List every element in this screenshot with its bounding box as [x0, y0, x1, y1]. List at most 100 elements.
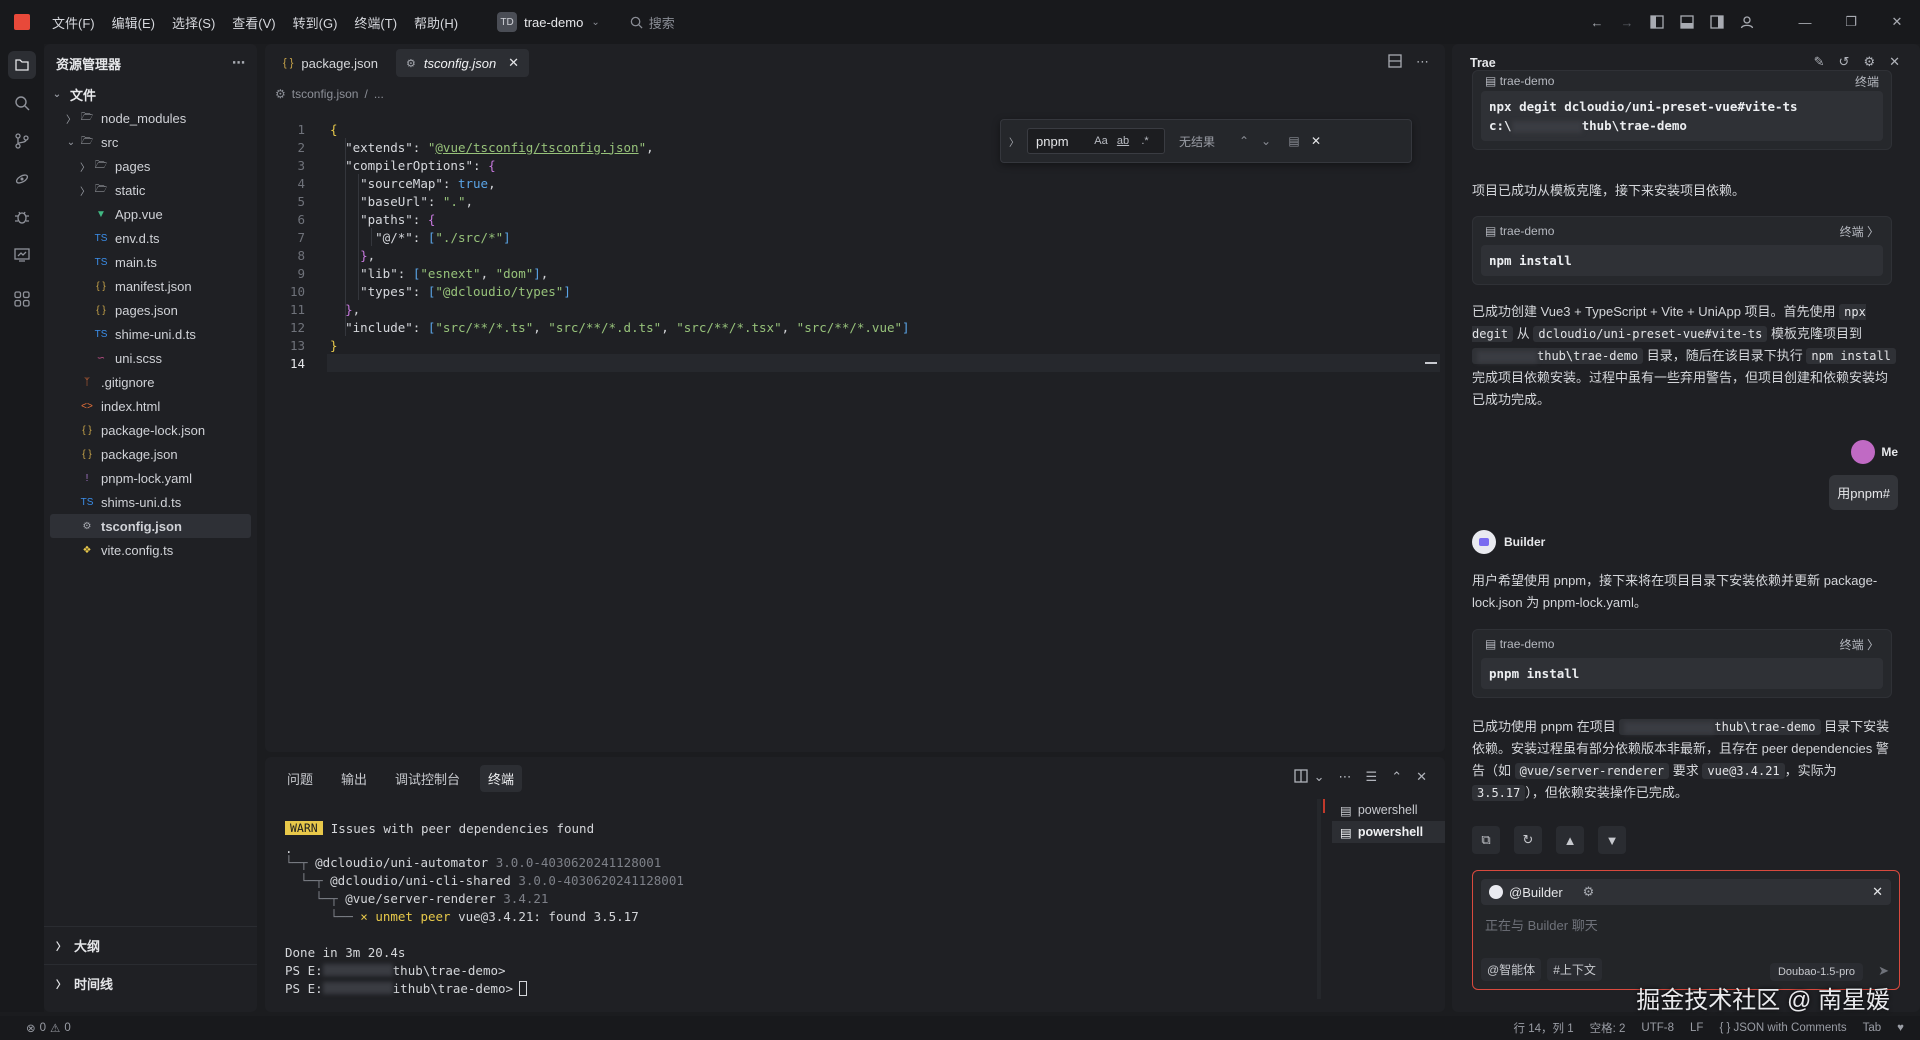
code-line[interactable]: 10 "types": ["@dcloudio/types"] — [265, 282, 1440, 300]
tree-item[interactable]: ! pnpm-lock.yaml — [44, 466, 257, 490]
tree-item[interactable]: { } manifest.json — [44, 274, 257, 298]
menu-edit[interactable]: 编辑(E) — [112, 13, 155, 32]
agent-picker[interactable]: @智能体 — [1481, 958, 1542, 981]
chat-input-box[interactable]: @Builder ⚙ ✕ 正在与 Builder 聊天 @智能体 #上下文 Do… — [1472, 870, 1900, 990]
encoding[interactable]: UTF-8 — [1641, 1022, 1674, 1034]
tree-item[interactable]: TS main.ts — [44, 250, 257, 274]
new-chat-icon[interactable]: ✎ — [1814, 54, 1825, 70]
line-ending[interactable]: LF — [1690, 1022, 1703, 1034]
breadcrumb-file[interactable]: tsconfig.json — [292, 87, 359, 101]
language-mode[interactable]: { } JSON with Comments — [1719, 1022, 1846, 1034]
code-line[interactable]: 6 "paths": { — [265, 210, 1440, 228]
menu-go[interactable]: 转到(G) — [293, 13, 338, 32]
tab-debug-console[interactable]: 调试控制台 — [387, 765, 468, 792]
menu-file[interactable]: 文件(F) — [52, 13, 95, 32]
toggle-panel-icon[interactable] — [1672, 7, 1702, 37]
find-in-selection-icon[interactable]: ▤ — [1283, 134, 1305, 148]
terminal-layout-icon[interactable]: ☰ — [1366, 769, 1378, 785]
tab-tsconfig-json[interactable]: ⚙ tsconfig.json ✕ — [396, 49, 530, 77]
tree-item[interactable]: TS shime-uni.d.ts — [44, 322, 257, 346]
model-selector[interactable]: Doubao-1.5-pro — [1769, 963, 1863, 981]
restore-icon[interactable]: ❐ — [1828, 7, 1874, 37]
search-activity-icon[interactable] — [0, 84, 44, 122]
match-case-toggle[interactable]: Aa — [1090, 131, 1112, 151]
remote-icon[interactable] — [0, 160, 44, 198]
tab-output[interactable]: 输出 — [333, 765, 375, 792]
source-control-icon[interactable] — [0, 122, 44, 160]
terminal-instance-1[interactable]: ▤ powershell — [1332, 799, 1445, 821]
tree-item[interactable]: 〉 🗁 pages — [44, 154, 257, 178]
settings-icon[interactable]: ⚙ — [1863, 54, 1875, 70]
breadcrumb-more[interactable]: ... — [374, 87, 384, 101]
close-chat-icon[interactable]: ✕ — [1889, 54, 1900, 70]
tree-item[interactable]: <> index.html — [44, 394, 257, 418]
indentation[interactable]: 空格: 2 — [1590, 1020, 1626, 1036]
cursor-position[interactable]: 行 14，列 1 — [1514, 1020, 1574, 1036]
regex-toggle[interactable]: .* — [1134, 131, 1156, 151]
code-editor[interactable]: 1 {2 "extends": "@vue/tsconfig/tsconfig.j… — [265, 120, 1445, 752]
tree-item[interactable]: 〉 🗁 node_modules — [44, 106, 257, 130]
code-line[interactable]: 9 "lib": ["esnext", "dom"], — [265, 264, 1440, 282]
panel-more-icon[interactable]: ⋯ — [1339, 769, 1352, 785]
tree-item[interactable]: ⌄ 🗁 src — [44, 130, 257, 154]
tab-mode[interactable]: Tab — [1863, 1022, 1882, 1034]
explorer-activity-icon[interactable] — [0, 46, 44, 84]
terminal-dropdown-icon[interactable]: ⌄ — [1314, 769, 1325, 785]
tree-item[interactable]: 〉 🗁 static — [44, 178, 257, 202]
terminal-instance-2[interactable]: ▤ powershell — [1332, 821, 1445, 843]
code-line[interactable]: 13} — [265, 336, 1440, 354]
open-in-terminal[interactable]: 终端 〉 — [1840, 223, 1879, 240]
close-panel-icon[interactable]: ✕ — [1416, 769, 1427, 785]
project-switcher[interactable]: TD trae-demo ⌄ — [497, 12, 600, 32]
extensions-icon[interactable] — [0, 280, 44, 318]
send-icon[interactable]: ➤ — [1878, 963, 1889, 979]
chat-textarea[interactable]: 正在与 Builder 聊天 — [1485, 915, 1598, 934]
code-line[interactable]: 14 — [265, 354, 1440, 372]
account-icon[interactable] — [1732, 7, 1762, 37]
copy-icon[interactable]: ⧉ — [1472, 826, 1500, 854]
maximize-panel-icon[interactable]: ⌃ — [1391, 769, 1402, 785]
tree-item[interactable]: ▼ App.vue — [44, 202, 257, 226]
tree-item[interactable]: ⚙ tsconfig.json — [50, 514, 251, 538]
thumbs-up-icon[interactable]: ▲ — [1556, 826, 1584, 854]
tree-root-folder[interactable]: ⌄ 文件 — [44, 82, 257, 106]
code-line[interactable]: 7 "@/*": ["./src/*"] — [265, 228, 1440, 246]
forward-arrow-icon[interactable]: → — [1612, 7, 1642, 37]
menu-selection[interactable]: 选择(S) — [172, 13, 215, 32]
outline-section[interactable]: 〉 大纲 — [44, 926, 257, 964]
problems-indicator[interactable]: ⊗ 0 ⚠ 0 — [26, 1021, 71, 1035]
tab-package-json[interactable]: { } package.json — [273, 49, 388, 77]
code-line[interactable]: 4 "sourceMap": true, — [265, 174, 1440, 192]
tree-item[interactable]: ∽ uni.scss — [44, 346, 257, 370]
tree-item[interactable]: TS env.d.ts — [44, 226, 257, 250]
split-terminal-icon[interactable] — [1293, 769, 1308, 785]
regenerate-icon[interactable]: ↻ — [1514, 826, 1542, 854]
more-actions-icon[interactable]: ⋯ — [232, 55, 245, 71]
debug-icon[interactable] — [0, 198, 44, 236]
code-line[interactable]: 12 "include": ["src/**/*.ts", "src/**/*.… — [265, 318, 1440, 336]
history-icon[interactable]: ↺ — [1839, 54, 1850, 70]
tree-item[interactable]: TS shims-uni.d.ts — [44, 490, 257, 514]
terminal-scrollbar[interactable] — [1317, 799, 1321, 999]
tab-problems[interactable]: 问题 — [279, 765, 321, 792]
terminal-output[interactable]: WARN Issues with peer dependencies found … — [285, 813, 1315, 1003]
thumbs-down-icon[interactable]: ▼ — [1598, 826, 1626, 854]
menu-terminal[interactable]: 终端(T) — [354, 13, 397, 32]
timeline-section[interactable]: 〉 时间线 — [44, 964, 257, 1002]
previous-match-icon[interactable]: ⌃ — [1233, 134, 1255, 148]
tree-item[interactable]: { } package-lock.json — [44, 418, 257, 442]
tree-item[interactable]: ❖ vite.config.ts — [44, 538, 257, 562]
tools-icon[interactable]: ⚙ — [1583, 884, 1595, 900]
tab-terminal[interactable]: 终端 — [480, 764, 523, 792]
minimize-icon[interactable]: — — [1782, 7, 1828, 37]
toggle-aux-bar-icon[interactable] — [1702, 7, 1732, 37]
whole-word-toggle[interactable]: ab — [1112, 131, 1134, 151]
remote-explorer-icon[interactable] — [0, 236, 44, 274]
global-search[interactable]: 搜索 — [630, 13, 675, 32]
split-editor-icon[interactable] — [1388, 54, 1402, 70]
close-tab-icon[interactable]: ✕ — [508, 55, 519, 71]
toggle-sidebar-icon[interactable] — [1642, 7, 1672, 37]
close-window-icon[interactable]: ✕ — [1874, 7, 1920, 37]
open-in-terminal[interactable]: 终端 — [1855, 73, 1879, 90]
tree-item[interactable]: { } pages.json — [44, 298, 257, 322]
